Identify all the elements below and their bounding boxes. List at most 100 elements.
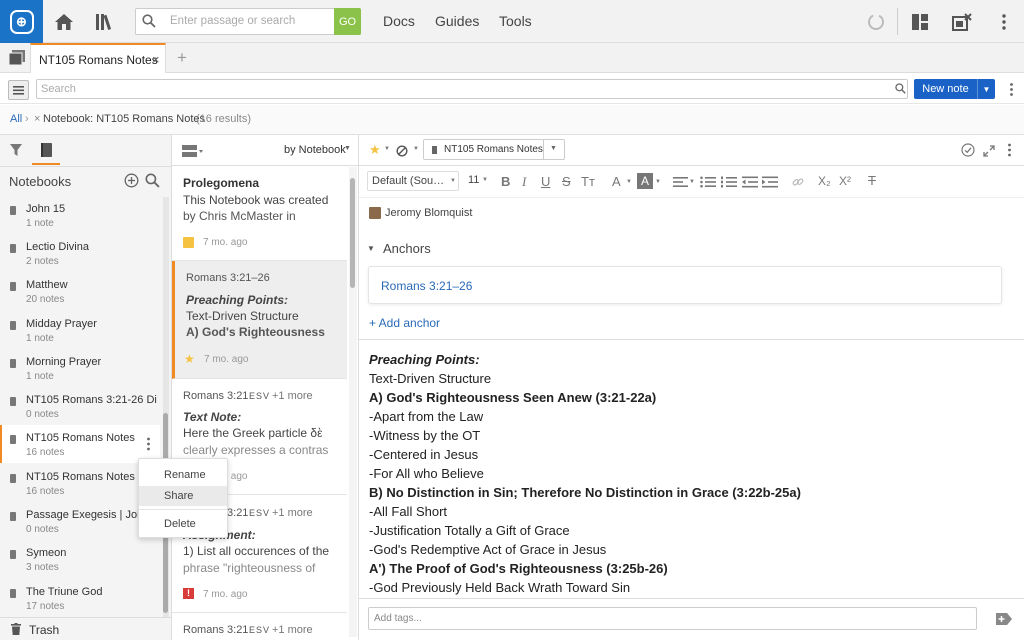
chevron-down-icon[interactable]: ▼	[384, 146, 390, 152]
strikethrough-icon[interactable]: S	[562, 174, 571, 189]
note-editor: ★ ▼ ▼ NT105 Romans Notes ▼ Default (Sou……	[359, 135, 1024, 640]
new-note-button[interactable]: New note	[914, 79, 977, 99]
note-card[interactable]: Romans 3:21 ESV +1 more	[172, 613, 347, 640]
tags-input[interactable]: Add tags...	[368, 607, 977, 630]
notebook-selector[interactable]: NT105 Romans Notes ▼	[423, 139, 565, 160]
favorite-star-icon[interactable]: ★	[369, 142, 381, 158]
breadcrumb-filter: Notebook: NT105 Romans Notes	[43, 113, 206, 125]
rename-menu-item[interactable]: Rename	[139, 465, 227, 485]
note-card-version: ESV	[249, 391, 271, 401]
sort-chevron-down-icon[interactable]: ▼	[344, 145, 351, 152]
notebook-name: NT105 Romans Notes	[26, 432, 135, 444]
trash-item[interactable]: Trash	[0, 617, 171, 640]
font-family-select[interactable]: Default (Sou… ▼	[367, 171, 459, 191]
numbered-list-icon[interactable]	[721, 175, 737, 193]
layout-icon[interactable]	[908, 10, 932, 34]
align-icon[interactable]	[673, 175, 689, 193]
notebook-icon	[41, 143, 52, 157]
tab-close-icon[interactable]: ×	[152, 52, 160, 67]
tab-nt105-romans-notes[interactable]: NT105 Romans Notes ×	[30, 43, 166, 73]
anchor-card[interactable]: Romans 3:21–26	[368, 266, 1002, 304]
highlight-color-icon[interactable]: A	[637, 173, 653, 189]
collapse-chevron-icon[interactable]: ▼	[367, 244, 375, 253]
anchors-heading: Anchors	[383, 241, 431, 256]
font-size-select[interactable]: 11 ▼	[464, 171, 490, 191]
new-note-dropdown-icon[interactable]: ▼	[977, 79, 995, 99]
outdent-icon[interactable]	[742, 175, 758, 193]
expand-icon[interactable]	[983, 144, 995, 162]
add-tag-icon[interactable]	[996, 612, 1012, 630]
view-mode-icon[interactable]	[182, 144, 204, 162]
note-card-reference: Romans 3:21–26	[186, 272, 270, 284]
clear-format-icon[interactable]: T	[868, 173, 876, 188]
notebook-more-icon[interactable]	[146, 437, 151, 456]
note-card-more: +1 more	[272, 624, 313, 636]
check-circle-icon[interactable]	[961, 143, 975, 162]
nav-tools[interactable]: Tools	[499, 13, 532, 29]
divider	[543, 140, 544, 159]
chevron-down-icon[interactable]: ▼	[626, 179, 632, 185]
chevron-down-icon[interactable]: ▼	[689, 179, 695, 185]
add-notebook-icon[interactable]	[124, 173, 139, 193]
notebook-item-selected-highlight	[0, 425, 160, 463]
nav-docs[interactable]: Docs	[383, 13, 415, 29]
chevron-down-icon[interactable]: ▼	[413, 146, 419, 152]
underline-icon[interactable]: U	[541, 174, 550, 189]
notebook-name: Symeon	[26, 547, 67, 559]
italic-icon[interactable]: I	[522, 174, 526, 190]
note-card-selected[interactable]: Romans 3:21–26 Preaching Points: Text-Dr…	[172, 261, 347, 379]
font-family-value: Default (Sou…	[372, 175, 445, 187]
sync-icon[interactable]	[864, 10, 888, 34]
link-icon[interactable]	[792, 175, 804, 193]
sort-dropdown[interactable]: by Notebook	[284, 144, 346, 156]
chevron-down-icon: ▼	[482, 177, 488, 183]
notebooks-tab[interactable]	[32, 137, 60, 165]
app-logo-icon[interactable]: ⊕	[0, 0, 43, 43]
notebooks-heading: Notebooks	[9, 174, 72, 189]
sidebar-toggle-icon[interactable]	[8, 80, 29, 100]
note-card-line: clearly expresses a contras	[183, 443, 329, 457]
scrollbar-thumb[interactable]	[350, 178, 355, 288]
breadcrumb-all[interactable]: All	[10, 113, 22, 125]
go-button[interactable]: GO	[334, 8, 361, 35]
notebook-icon	[10, 282, 16, 291]
library-icon[interactable]	[93, 10, 117, 34]
add-tab-icon[interactable]: +	[177, 48, 187, 68]
note-card-line: phrase "righteousness of	[183, 561, 316, 575]
notebook-name: Matthew	[26, 279, 68, 291]
search-icon	[895, 83, 906, 94]
delete-menu-item[interactable]: Delete	[139, 514, 227, 534]
remove-filter-icon[interactable]: ×	[34, 113, 40, 125]
home-icon[interactable]	[52, 10, 76, 34]
more-menu-icon[interactable]	[992, 10, 1016, 34]
chevron-down-icon: ▼	[550, 145, 557, 152]
search-icon	[142, 14, 156, 28]
note-card[interactable]: Prolegomena This Notebook was created by…	[172, 166, 347, 261]
options-menu-icon[interactable]	[1009, 83, 1014, 101]
notebook-count: 2 notes	[26, 256, 59, 267]
indent-icon[interactable]	[762, 175, 778, 193]
bold-icon[interactable]: B	[501, 174, 510, 189]
nav-guides[interactable]: Guides	[435, 13, 479, 29]
superscript-icon[interactable]: X²	[839, 174, 851, 188]
filter-icon[interactable]	[9, 143, 23, 162]
anchor-reference-link[interactable]: Romans 3:21–26	[381, 279, 472, 293]
share-menu-item[interactable]: Share	[139, 486, 227, 506]
notebook-count: 0 notes	[26, 524, 59, 535]
notebook-count: 3 notes	[26, 562, 59, 573]
divider	[0, 166, 171, 167]
add-anchor-link[interactable]: + Add anchor	[369, 316, 440, 330]
passage-search-input[interactable]: Enter passage or search	[135, 8, 361, 35]
chevron-down-icon[interactable]: ▼	[655, 179, 661, 185]
close-panels-icon[interactable]	[950, 10, 974, 34]
font-color-icon[interactable]: A	[612, 174, 621, 189]
editor-more-icon[interactable]	[1007, 143, 1012, 162]
tab-title: NT105 Romans Notes	[39, 53, 158, 67]
note-body-line: -For All who Believe	[369, 466, 484, 481]
text-size-icon[interactable]: Tт	[581, 174, 595, 189]
bullet-list-icon[interactable]	[700, 175, 716, 193]
subscript-icon[interactable]: X₂	[818, 174, 831, 188]
notes-search-input[interactable]: Search	[36, 79, 908, 99]
visibility-icon[interactable]	[396, 144, 408, 162]
search-notebooks-icon[interactable]	[145, 173, 160, 193]
